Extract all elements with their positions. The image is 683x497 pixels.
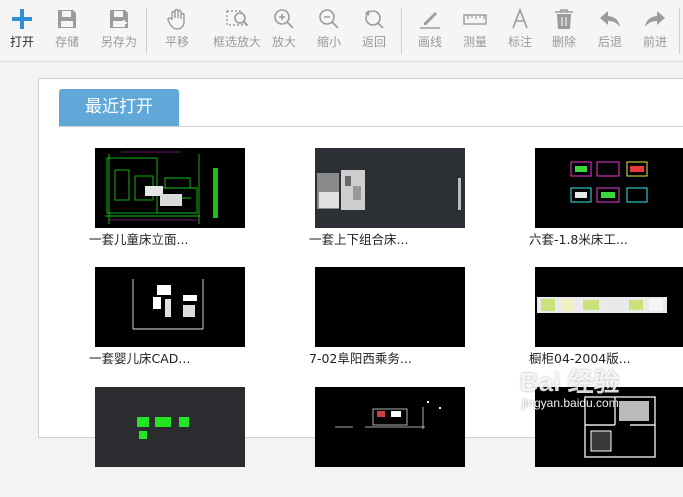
save-as-icon (110, 10, 128, 28)
zoom-window-button[interactable]: 框选放大 (213, 4, 262, 58)
recent-file-item[interactable]: 橱柜04-2004版... (529, 267, 683, 377)
forward-button[interactable]: 前进 (635, 4, 675, 58)
open-button[interactable]: 打开 (2, 4, 42, 58)
plus-icon (12, 9, 32, 29)
recent-file-item[interactable] (529, 387, 683, 497)
save-as-label: 另存为 (100, 35, 137, 49)
undo-arrow-icon (600, 11, 620, 27)
delete-label: 删除 (551, 35, 576, 49)
file-name: 六套-1.8米床工... (529, 232, 628, 247)
recent-file-item[interactable]: 一套儿童床立面... (89, 148, 259, 258)
file-name: 一套儿童床立面... (89, 232, 189, 247)
recent-file-item[interactable]: 一套婴儿床CAD... (89, 267, 259, 377)
file-thumbnail (95, 267, 245, 347)
file-thumbnail (95, 387, 245, 467)
zoom-in-button[interactable]: 放大 (264, 4, 304, 58)
zoom-back-icon (365, 10, 384, 29)
file-name: 7-02阜阳西乘务... (309, 351, 412, 366)
file-thumbnail (535, 148, 683, 228)
zoom-out-button[interactable]: 缩小 (309, 4, 349, 58)
file-thumbnail (315, 267, 465, 347)
zoom-window-icon (226, 10, 249, 27)
file-thumbnail (535, 267, 683, 347)
recent-files-panel: 最近打开 一套儿童床立面... 一套上下组合床... 六套-1.8米床工... … (38, 78, 683, 467)
measure-label: 测量 (462, 35, 487, 49)
save-button[interactable]: 存储 (47, 4, 87, 58)
file-name: 一套上下组合床... (309, 232, 409, 247)
file-name: 橱柜04-2004版... (529, 351, 631, 366)
measure-button[interactable]: 测量 (455, 4, 495, 58)
draw-line-label: 画线 (417, 35, 442, 49)
recent-file-item[interactable]: 六套-1.8米床工... (529, 148, 683, 258)
recent-files-tab[interactable]: 最近打开 (59, 89, 179, 126)
forward-label: 前进 (642, 35, 667, 49)
pencil-icon (420, 12, 440, 29)
tab-divider (59, 126, 683, 127)
ruler-icon (463, 14, 487, 25)
recent-file-item[interactable]: 一套上下组合床... (309, 148, 479, 258)
back-label: 后退 (597, 35, 622, 49)
file-thumbnail (315, 387, 465, 467)
zoom-out-label: 缩小 (316, 35, 341, 49)
zoom-in-icon (274, 9, 294, 29)
toolbar-separator (146, 8, 147, 54)
zoom-out-icon (319, 9, 339, 29)
file-thumbnail (95, 148, 245, 228)
toolbar-separator (401, 8, 402, 54)
recent-file-item[interactable] (309, 387, 479, 497)
save-label: 存储 (54, 35, 79, 49)
open-label: 打开 (9, 35, 34, 49)
delete-button[interactable]: 删除 (544, 4, 584, 58)
main-toolbar: 打开 存储 另存为 平移 框选放大 放大 缩小 返回 画线 测量 标注 删除 后… (0, 0, 683, 62)
file-thumbnail (535, 387, 683, 467)
trash-icon (555, 9, 573, 29)
annotate-button[interactable]: 标注 (500, 4, 540, 58)
save-as-button[interactable]: 另存为 (99, 4, 139, 58)
text-a-icon (512, 7, 528, 29)
recent-file-item[interactable] (89, 387, 259, 497)
save-icon (58, 10, 76, 28)
redo-arrow-icon (645, 11, 665, 27)
recent-file-item[interactable]: 7-02阜阳西乘务... (309, 267, 479, 377)
file-thumbnail (315, 148, 465, 228)
zoom-back-button[interactable]: 返回 (354, 4, 394, 58)
annotate-label: 标注 (507, 35, 532, 49)
zoom-window-label: 框选放大 (213, 35, 262, 49)
toolbar-separator (679, 8, 680, 54)
zoom-in-label: 放大 (271, 35, 296, 49)
pan-button[interactable]: 平移 (157, 4, 197, 58)
zoom-back-label: 返回 (361, 35, 386, 49)
file-name: 一套婴儿床CAD... (89, 351, 191, 366)
pan-label: 平移 (164, 35, 189, 49)
back-button[interactable]: 后退 (590, 4, 630, 58)
hand-icon (167, 8, 185, 30)
draw-line-button[interactable]: 画线 (410, 4, 450, 58)
